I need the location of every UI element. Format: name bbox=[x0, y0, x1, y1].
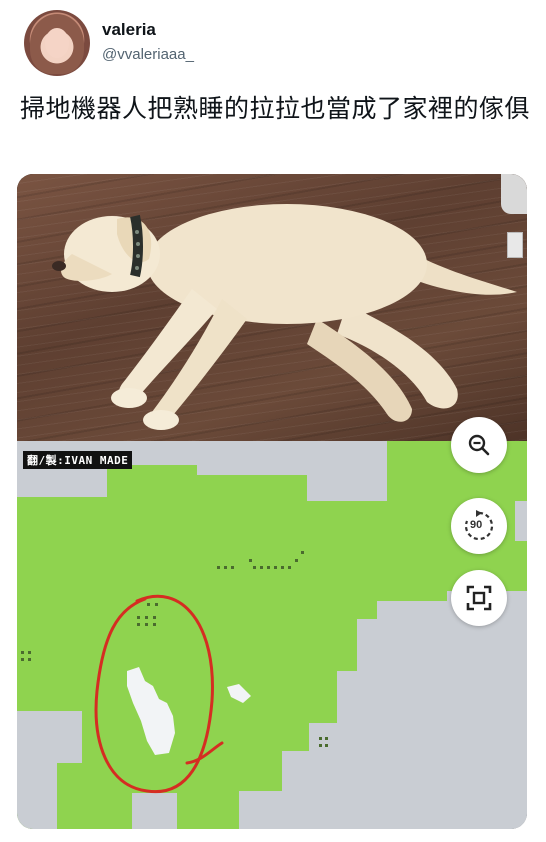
rotate-button[interactable]: 90 bbox=[451, 498, 507, 554]
sleeping-dog-illustration bbox=[52, 204, 517, 430]
user-handle[interactable]: @vvaleriaaa_ bbox=[102, 46, 194, 63]
fit-screen-button[interactable] bbox=[451, 570, 507, 626]
rotate-label: 90 bbox=[470, 519, 483, 531]
watermark: 翻/製:IVAN MADE bbox=[23, 451, 133, 469]
avatar[interactable] bbox=[24, 10, 90, 76]
tweet-header: valeria @vvaleriaaa_ bbox=[24, 10, 524, 80]
zoom-out-button[interactable] bbox=[451, 417, 507, 473]
tweet-media[interactable]: 翻/製:IVAN MADE 90 bbox=[17, 174, 527, 829]
display-name[interactable]: valeria bbox=[102, 20, 156, 40]
tweet-text: 掃地機器人把熟睡的拉拉也當成了家裡的傢俱 bbox=[20, 94, 531, 123]
dog-photo bbox=[17, 174, 527, 441]
map-areas bbox=[17, 441, 527, 829]
zoom-out-icon bbox=[468, 434, 490, 456]
vacuum-map: 翻/製:IVAN MADE 90 bbox=[17, 417, 527, 829]
fit-screen-icon bbox=[466, 585, 492, 611]
